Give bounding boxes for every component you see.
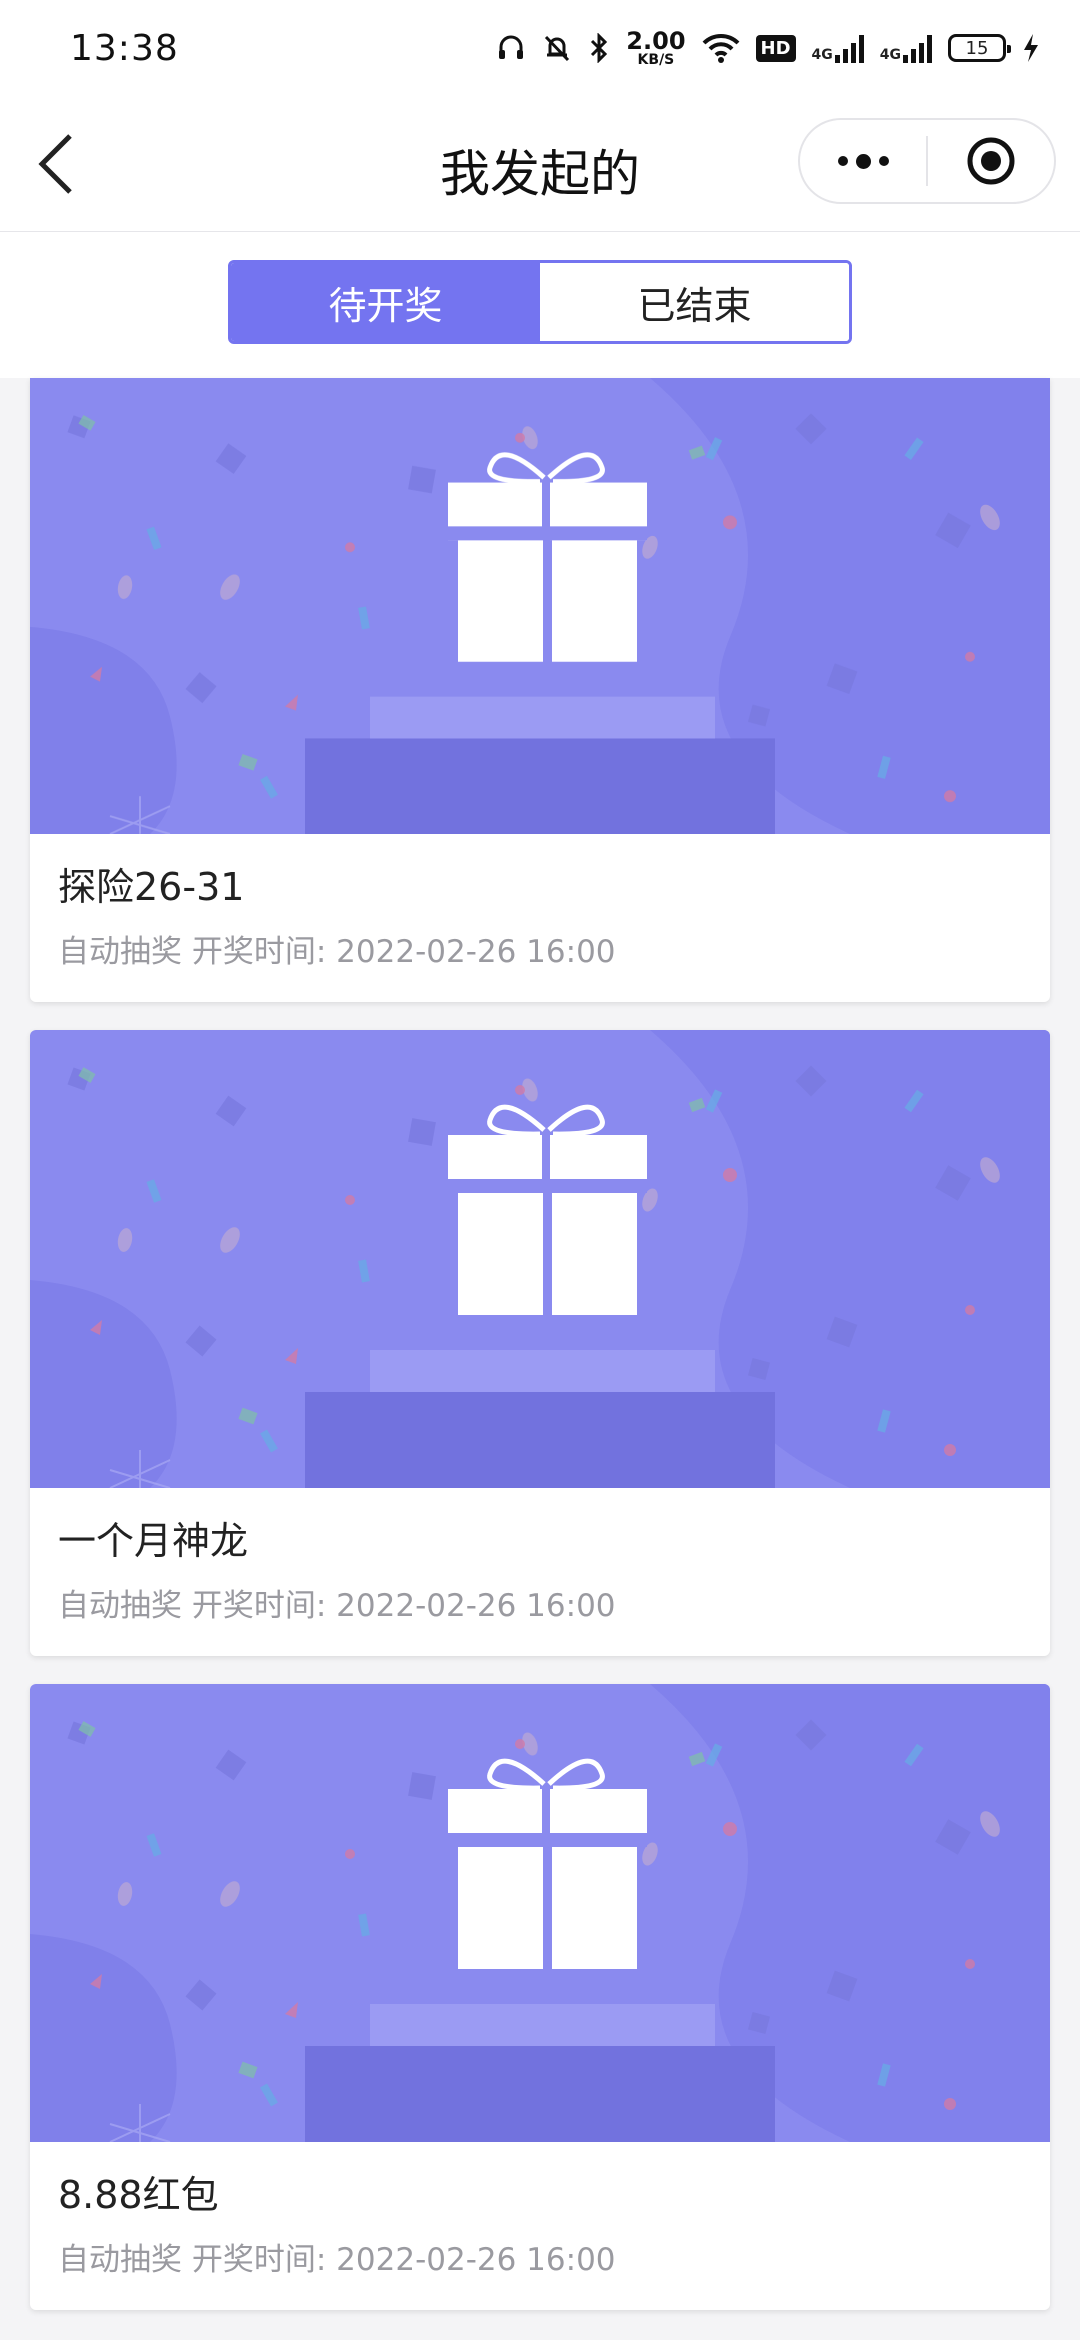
card-body: 探险26-31 自动抽奖 开奖时间: 2022-02-26 16:00 [30, 834, 1050, 1002]
draw-time-label: 开奖时间: [191, 1588, 327, 1624]
signal-icon-2: 4G [880, 33, 932, 63]
draw-time: 2022-02-26 16:00 [336, 2242, 616, 2278]
draw-mode: 自动抽奖 [58, 2242, 182, 2278]
mini-program-capsule [798, 118, 1056, 204]
draw-time-label: 开奖时间: [191, 934, 327, 970]
card-body: 8.88红包 自动抽奖 开奖时间: 2022-02-26 16:00 [30, 2142, 1050, 2310]
more-button[interactable] [800, 120, 926, 202]
charging-icon [1022, 33, 1040, 63]
raffle-card[interactable]: 探险26-31 自动抽奖 开奖时间: 2022-02-26 16:00 [30, 378, 1050, 1002]
wifi-icon [702, 33, 740, 63]
segment-tabs: 待开奖 已结束 [228, 260, 852, 344]
card-title: 探险26-31 [58, 865, 245, 909]
tab-pending[interactable]: 待开奖 [231, 263, 540, 341]
gift-banner-image [30, 1684, 1050, 2142]
more-dots-icon [837, 153, 889, 169]
network-speed: 2.00 KB/S [626, 27, 686, 68]
draw-time: 2022-02-26 16:00 [336, 934, 616, 970]
card-meta: 自动抽奖 开奖时间: 2022-02-26 16:00 [58, 1586, 1022, 1626]
battery-icon: 15 [948, 34, 1011, 62]
draw-mode: 自动抽奖 [58, 1588, 182, 1624]
status-icons: 2.00 KB/S HD 4G 4G 15 [496, 29, 1040, 67]
hd-badge: HD [755, 34, 796, 62]
raffle-list: 探险26-31 自动抽奖 开奖时间: 2022-02-26 16:00 一个月神… [30, 378, 1050, 2338]
status-time: 13:38 [70, 27, 179, 69]
headphones-icon [496, 33, 526, 63]
card-meta: 自动抽奖 开奖时间: 2022-02-26 16:00 [58, 932, 1022, 972]
card-title: 8.88红包 [58, 2173, 219, 2217]
gift-banner-image [30, 378, 1050, 834]
card-meta: 自动抽奖 开奖时间: 2022-02-26 16:00 [58, 2240, 1022, 2280]
bluetooth-icon [588, 33, 610, 63]
card-title: 一个月神龙 [58, 1519, 249, 1563]
status-bar: 13:38 2.00 KB/S HD 4G 4G 15 [0, 0, 1080, 96]
draw-time: 2022-02-26 16:00 [336, 1588, 616, 1624]
raffle-card[interactable]: 8.88红包 自动抽奖 开奖时间: 2022-02-26 16:00 [30, 1684, 1050, 2310]
draw-mode: 自动抽奖 [58, 934, 182, 970]
signal-icon: 4G [812, 33, 864, 63]
raffle-card[interactable]: 一个月神龙 自动抽奖 开奖时间: 2022-02-26 16:00 [30, 1030, 1050, 1656]
target-circle-icon [967, 137, 1015, 185]
tabs-container: 待开奖 已结束 [0, 232, 1080, 378]
draw-time-label: 开奖时间: [191, 2242, 327, 2278]
nav-bar: 我发起的 [0, 96, 1080, 232]
close-button[interactable] [928, 120, 1054, 202]
card-body: 一个月神龙 自动抽奖 开奖时间: 2022-02-26 16:00 [30, 1488, 1050, 1656]
gift-banner-image [30, 1030, 1050, 1488]
mute-bell-icon [542, 33, 572, 63]
tab-finished[interactable]: 已结束 [540, 263, 849, 341]
